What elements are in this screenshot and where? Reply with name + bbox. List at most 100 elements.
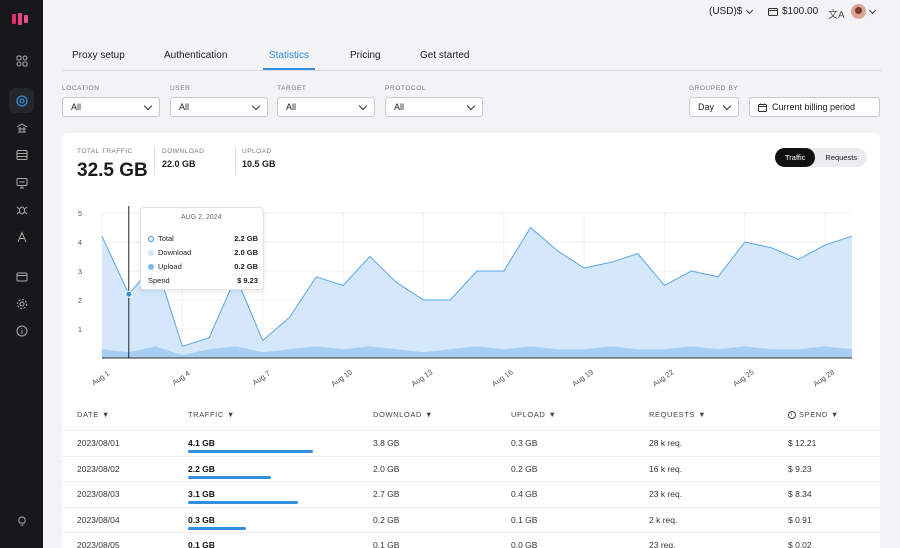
tab-authentication[interactable]: Authentication <box>164 50 227 70</box>
location-select[interactable]: All <box>62 97 160 117</box>
cell-date: 2023/08/04 <box>77 514 120 525</box>
cell-date: 2023/08/05 <box>77 540 120 548</box>
column-header-download[interactable]: DOWNLOAD ▼ <box>373 410 433 419</box>
cell-traffic: 0.1 GB <box>188 540 215 548</box>
traffic-bar <box>188 526 246 530</box>
tab-get-started[interactable]: Get started <box>420 50 469 70</box>
dashboard-icon[interactable] <box>9 48 34 73</box>
x-tick-label: Aug 28 <box>811 367 836 388</box>
users-icon[interactable] <box>9 224 34 249</box>
cell-requests: 23 req. <box>649 540 676 548</box>
billing-icon[interactable] <box>9 264 34 289</box>
y-tick-label: 2 <box>78 296 82 305</box>
avatar <box>851 4 866 19</box>
x-tick-label: Aug 7 <box>251 369 272 388</box>
chevron-down-icon <box>358 101 368 110</box>
cell-traffic: 2.2 GB <box>188 463 215 474</box>
grouped-by-select[interactable]: Day <box>689 97 739 117</box>
proxy-icon[interactable] <box>9 88 34 113</box>
balance-display[interactable]: $100.00 <box>768 6 818 17</box>
currency-label: (USD)$ <box>709 6 743 17</box>
target-value: All <box>286 102 297 112</box>
protocol-select[interactable]: All <box>385 97 483 117</box>
x-tick-label: Aug 25 <box>731 367 756 388</box>
language-icon[interactable]: 文A <box>828 6 845 21</box>
datacenter-icon[interactable] <box>9 115 34 140</box>
user-menu[interactable] <box>851 4 877 19</box>
tab-pricing[interactable]: Pricing <box>350 50 381 70</box>
y-tick-label: 4 <box>78 238 82 247</box>
location-label: LOCATION <box>62 85 100 92</box>
metric-toggle: Traffic Requests <box>775 148 868 167</box>
cell-download: 0.1 GB <box>373 540 400 548</box>
wallet-icon <box>768 7 778 16</box>
y-tick-label: 5 <box>78 209 82 218</box>
info-icon[interactable] <box>9 318 34 343</box>
sort-icon: ▼ <box>101 410 110 419</box>
header-label: TRAFFIC <box>188 410 224 419</box>
cell-upload: 0.2 GB <box>511 463 538 474</box>
cell-download: 3.8 GB <box>373 438 400 448</box>
tab-proxy-setup[interactable]: Proxy setup <box>72 50 125 70</box>
list-icon[interactable] <box>9 142 34 167</box>
scraper-icon[interactable] <box>9 197 34 222</box>
cell-upload: 0.0 GB <box>511 540 538 548</box>
requests-toggle[interactable]: Requests <box>815 148 867 167</box>
cell-download: 0.2 GB <box>373 514 400 525</box>
row-divider <box>62 506 880 508</box>
info-icon: i <box>788 410 796 419</box>
tooltip-row-total: Total 2.2 GB <box>148 234 258 243</box>
chevron-down-icon <box>722 101 732 110</box>
row-divider <box>62 455 880 457</box>
settings-icon[interactable] <box>9 291 34 316</box>
tab-statistics[interactable]: Statistics <box>263 50 316 70</box>
cell-spend: $ 9.23 <box>788 463 812 474</box>
download-dot-icon <box>148 249 154 256</box>
column-header-requests[interactable]: REQUESTS ▼ <box>649 410 706 419</box>
section-tabs: Proxy setup Authentication Statistics Pr… <box>62 50 882 71</box>
user-value: All <box>179 102 190 112</box>
column-header-spend[interactable]: i SPEND ▼ <box>788 410 839 419</box>
location-value: All <box>71 102 82 112</box>
chevron-down-icon <box>746 6 754 14</box>
chevron-down-icon <box>143 101 153 110</box>
traffic-toggle[interactable]: Traffic <box>775 148 816 167</box>
target-select[interactable]: All <box>277 97 375 117</box>
sort-icon: ▼ <box>424 410 433 419</box>
tooltip-date: AUG 2, 2024 <box>181 214 222 221</box>
header-label: DOWNLOAD <box>373 410 422 419</box>
cell-upload: 0.1 GB <box>511 514 538 525</box>
header-label: REQUESTS <box>649 410 696 419</box>
calendar-icon <box>758 103 767 112</box>
tooltip-row-spend: Spend $ 9.23 <box>148 276 258 285</box>
traffic-bar <box>188 475 271 479</box>
traffic-bar <box>188 501 298 504</box>
column-header-upload[interactable]: UPLOAD ▼ <box>511 410 556 419</box>
balance-value: $100.00 <box>782 6 819 17</box>
tooltip-row-upload: Upload 0.2 GB <box>148 262 258 271</box>
chart-tooltip: AUG 2, 2024 Total 2.2 GB Download 2.0 GB… <box>140 207 264 290</box>
user-select[interactable]: All <box>170 97 268 117</box>
period-select[interactable]: Current billing period <box>749 97 880 117</box>
cell-requests: 28 k req. <box>649 438 683 448</box>
total-traffic-value: 32.5 GB <box>77 160 148 181</box>
currency-selector[interactable]: (USD)$ <box>709 6 754 17</box>
cell-download: 2.0 GB <box>373 463 400 474</box>
cell-traffic: 3.1 GB <box>188 489 215 499</box>
x-tick-label: Aug 10 <box>329 367 354 388</box>
x-tick-label: Aug 16 <box>490 367 515 388</box>
tooltip-download-value: 2.0 GB <box>234 248 258 257</box>
download-value: 22.0 GB <box>162 159 196 169</box>
row-divider <box>62 430 880 431</box>
monitor-icon[interactable] <box>9 170 34 195</box>
total-traffic-label: TOTAL TRAFFIC <box>77 148 133 155</box>
tips-icon[interactable] <box>9 508 34 533</box>
target-label: TARGET <box>277 85 307 92</box>
column-header-date[interactable]: DATE ▼ <box>77 410 110 419</box>
brand-logo[interactable] <box>12 13 32 25</box>
x-tick-label: Aug 22 <box>651 367 676 388</box>
cell-spend: $ 8.34 <box>788 489 812 499</box>
column-header-traffic[interactable]: TRAFFIC ▼ <box>188 410 235 419</box>
hover-point <box>125 290 133 298</box>
protocol-value: All <box>394 102 405 112</box>
